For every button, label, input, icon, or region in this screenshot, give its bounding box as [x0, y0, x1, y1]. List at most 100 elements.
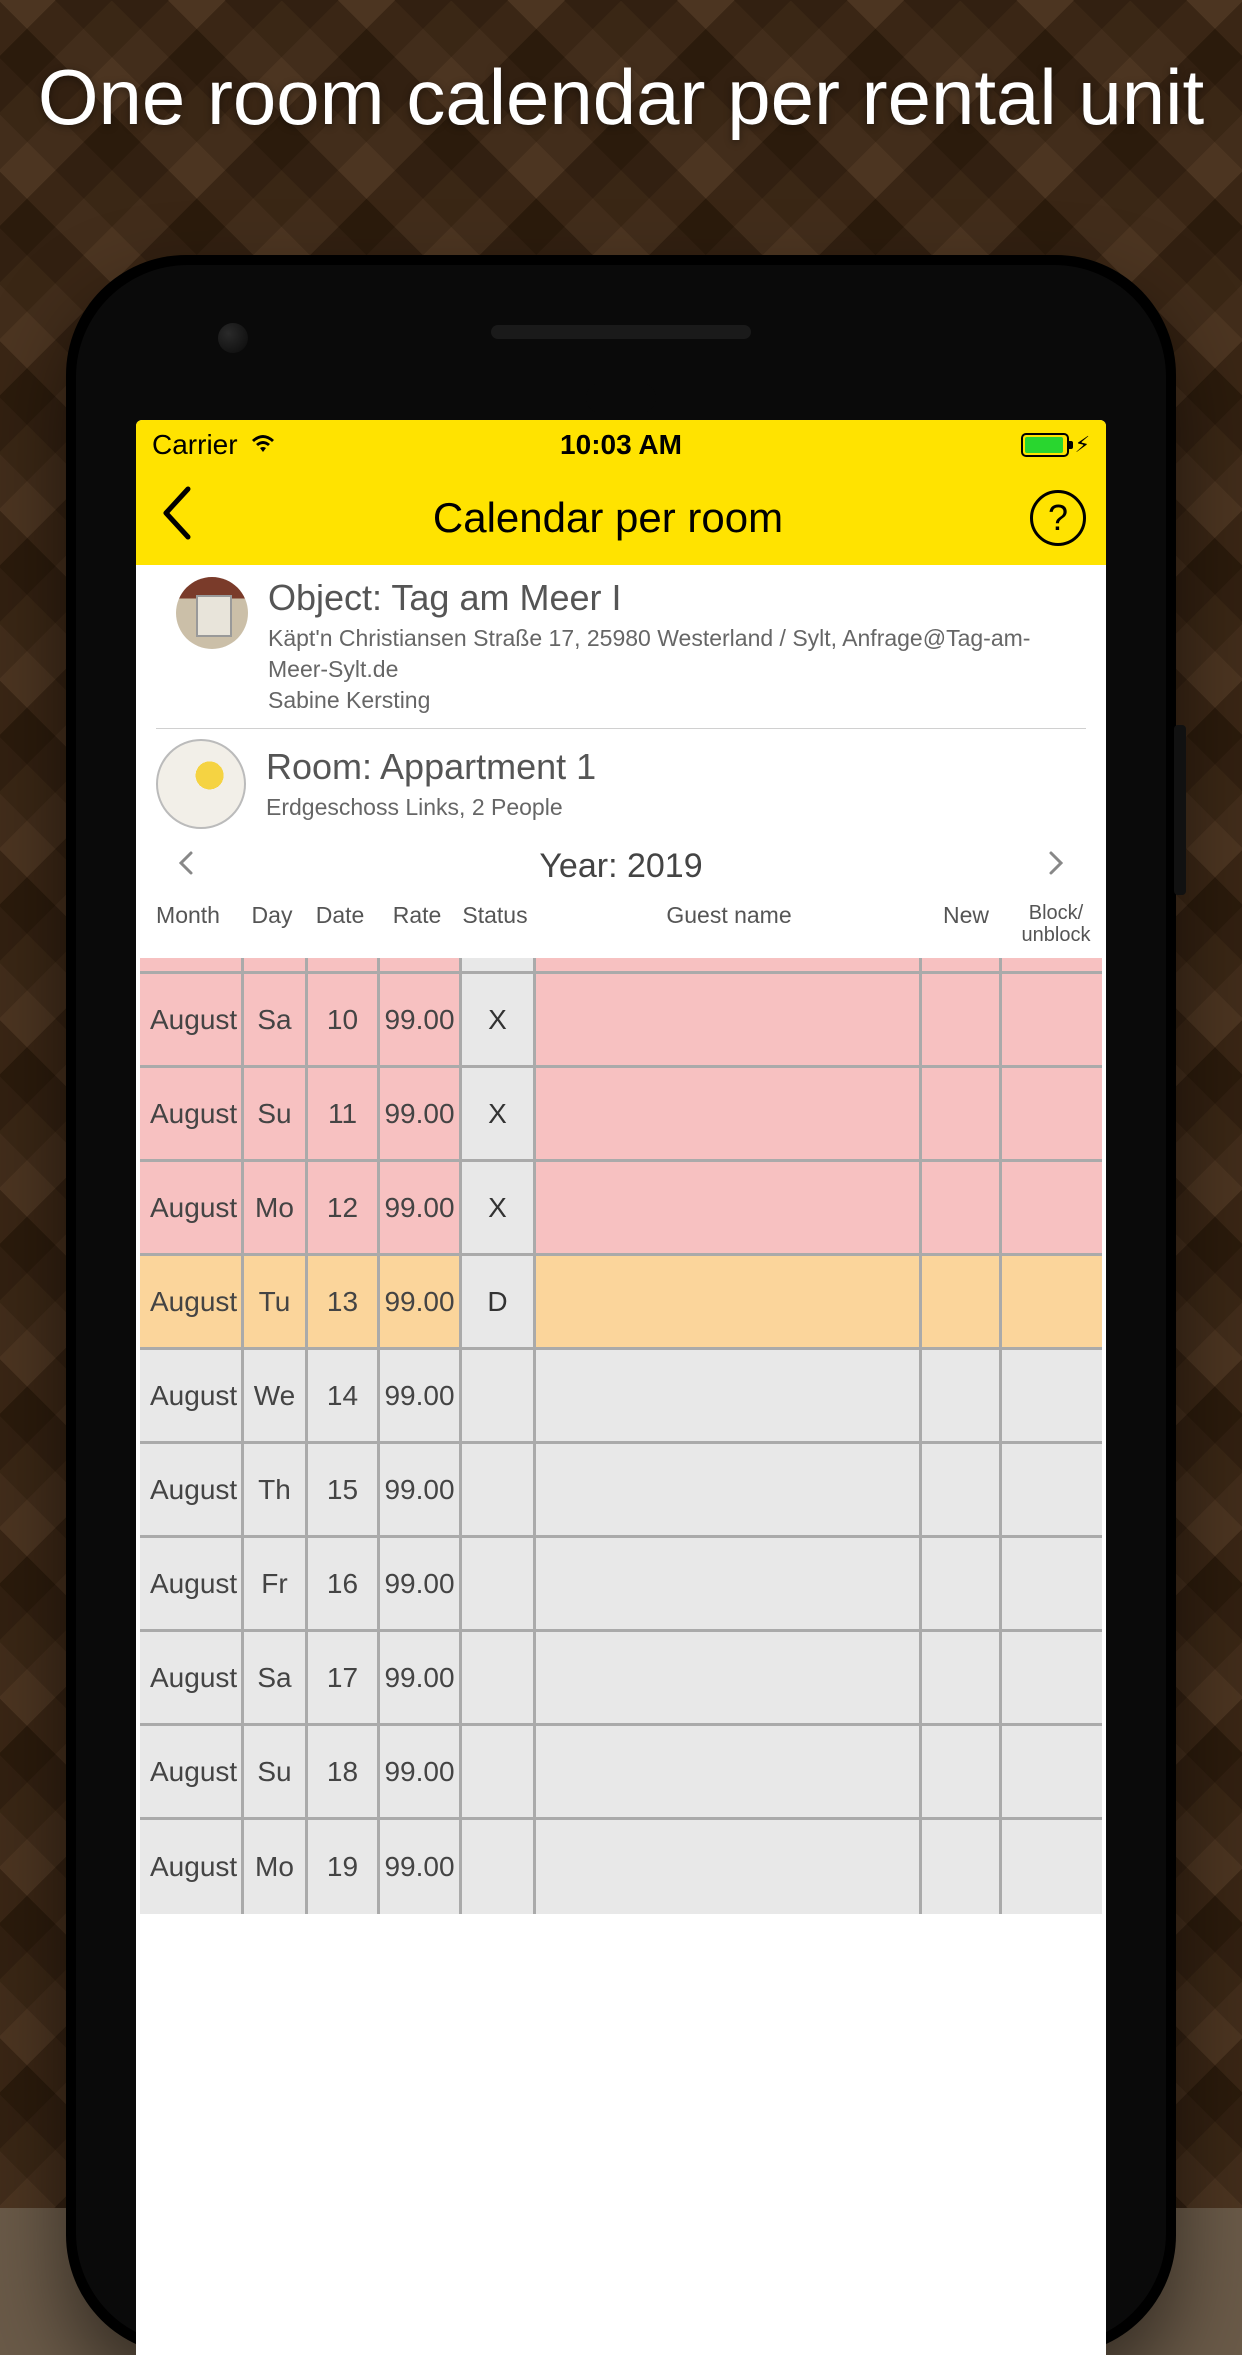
cell-rate: 99.00 — [380, 1068, 462, 1159]
table-body[interactable]: AugustSa1099.00XAugustSu1199.00XAugustMo… — [136, 958, 1106, 2355]
year-prev-button[interactable] — [176, 848, 196, 885]
cell-status — [462, 1632, 536, 1723]
col-month: Month — [136, 902, 240, 946]
col-date: Date — [304, 902, 376, 946]
cell-status: X — [462, 974, 536, 1065]
col-status: Status — [458, 902, 532, 946]
table-row[interactable]: AugustSa1099.00X — [140, 974, 1102, 1068]
screen: Carrier 10:03 AM ⚡︎ Calendar per room ? — [136, 420, 1106, 2355]
cell-day: Tu — [244, 1256, 308, 1347]
cell-new — [922, 1068, 1002, 1159]
cell-date: 18 — [308, 1726, 380, 1817]
year-nav: Year: 2019 — [136, 837, 1106, 894]
battery-icon — [1021, 433, 1069, 457]
cell-day: Su — [244, 1726, 308, 1817]
cell-rate: 99.00 — [380, 1726, 462, 1817]
cell-date: 19 — [308, 1820, 380, 1914]
cell-date: 16 — [308, 1538, 380, 1629]
cell-date: 13 — [308, 1256, 380, 1347]
room-row[interactable]: Room: Appartment 1 Erdgeschoss Links, 2 … — [136, 733, 1106, 837]
cell-date: 12 — [308, 1162, 380, 1253]
col-block: Block/ unblock — [1006, 902, 1106, 946]
object-row[interactable]: Object: Tag am Meer I Käpt'n Christianse… — [156, 565, 1086, 729]
cell-guest — [536, 1350, 922, 1441]
cell-block — [1002, 974, 1102, 1065]
cell-day: Sa — [244, 974, 308, 1065]
info-section: Object: Tag am Meer I Käpt'n Christianse… — [136, 565, 1106, 958]
col-day: Day — [240, 902, 304, 946]
cell-rate: 99.00 — [380, 1256, 462, 1347]
cell-rate: 99.00 — [380, 1350, 462, 1441]
phone-speaker — [491, 325, 751, 339]
object-thumbnail — [176, 577, 248, 649]
object-title: Object: Tag am Meer I — [268, 577, 1066, 619]
table-row[interactable]: AugustSa1799.00 — [140, 1632, 1102, 1726]
cell-block — [1002, 1068, 1102, 1159]
table-row[interactable]: AugustSu1899.00 — [140, 1726, 1102, 1820]
cell-date: 14 — [308, 1350, 380, 1441]
cell-day: Fr — [244, 1538, 308, 1629]
cell-block — [1002, 1350, 1102, 1441]
cell-new — [922, 1632, 1002, 1723]
cell-block — [1002, 1632, 1102, 1723]
cell-guest — [536, 1820, 922, 1914]
cell-guest — [536, 1444, 922, 1535]
table-row[interactable]: AugustTh1599.00 — [140, 1444, 1102, 1538]
cell-new — [922, 1350, 1002, 1441]
cell-status — [462, 1350, 536, 1441]
cell-new — [922, 974, 1002, 1065]
cell-guest — [536, 1162, 922, 1253]
cell-guest — [536, 974, 922, 1065]
cell-new — [922, 1444, 1002, 1535]
cell-rate: 99.00 — [380, 974, 462, 1065]
cell-rate: 99.00 — [380, 1632, 462, 1723]
cell-month: August — [140, 974, 244, 1065]
phone-sensor — [586, 383, 656, 413]
table-row[interactable]: AugustSu1199.00X — [140, 1068, 1102, 1162]
cell-rate: 99.00 — [380, 1820, 462, 1914]
table-row[interactable]: AugustFr1699.00 — [140, 1538, 1102, 1632]
cell-day: Mo — [244, 1820, 308, 1914]
year-label: Year: 2019 — [539, 847, 702, 886]
table-row[interactable]: AugustMo1999.00 — [140, 1820, 1102, 1914]
wifi-icon — [248, 428, 278, 462]
year-next-button[interactable] — [1046, 848, 1066, 885]
object-address: Käpt'n Christiansen Straße 17, 25980 Wes… — [268, 623, 1066, 685]
cell-date: 10 — [308, 974, 380, 1065]
cell-month: August — [140, 1162, 244, 1253]
help-button[interactable]: ? — [1030, 490, 1086, 546]
table-row[interactable]: AugustTu1399.00D — [140, 1256, 1102, 1350]
cell-month: August — [140, 1538, 244, 1629]
cell-new — [922, 1256, 1002, 1347]
cell-status — [462, 1538, 536, 1629]
room-subtitle: Erdgeschoss Links, 2 People — [266, 792, 1086, 823]
cell-block — [1002, 1256, 1102, 1347]
cell-status: X — [462, 1162, 536, 1253]
cell-new — [922, 1162, 1002, 1253]
cell-month: August — [140, 1350, 244, 1441]
cell-day: Sa — [244, 1632, 308, 1723]
room-thumbnail — [156, 739, 246, 829]
cell-day: We — [244, 1350, 308, 1441]
table-header: Month Day Date Rate Status Guest name Ne… — [136, 894, 1106, 958]
cell-block — [1002, 1726, 1102, 1817]
promo-headline: One room calendar per rental unit — [0, 55, 1242, 141]
cell-date: 11 — [308, 1068, 380, 1159]
cell-block — [1002, 1444, 1102, 1535]
cell-status — [462, 1820, 536, 1914]
cell-guest — [536, 1632, 922, 1723]
col-new: New — [926, 902, 1006, 946]
cell-block — [1002, 1162, 1102, 1253]
cell-status: D — [462, 1256, 536, 1347]
table-row[interactable]: AugustMo1299.00X — [140, 1162, 1102, 1256]
cell-month: August — [140, 1632, 244, 1723]
carrier-label: Carrier — [152, 429, 238, 461]
cell-day: Th — [244, 1444, 308, 1535]
phone-camera — [218, 323, 248, 353]
cell-month: August — [140, 1820, 244, 1914]
cell-month: August — [140, 1068, 244, 1159]
table-row[interactable]: AugustWe1499.00 — [140, 1350, 1102, 1444]
phone-frame: Carrier 10:03 AM ⚡︎ Calendar per room ? — [66, 255, 1176, 2355]
col-rate: Rate — [376, 902, 458, 946]
cell-month: August — [140, 1444, 244, 1535]
